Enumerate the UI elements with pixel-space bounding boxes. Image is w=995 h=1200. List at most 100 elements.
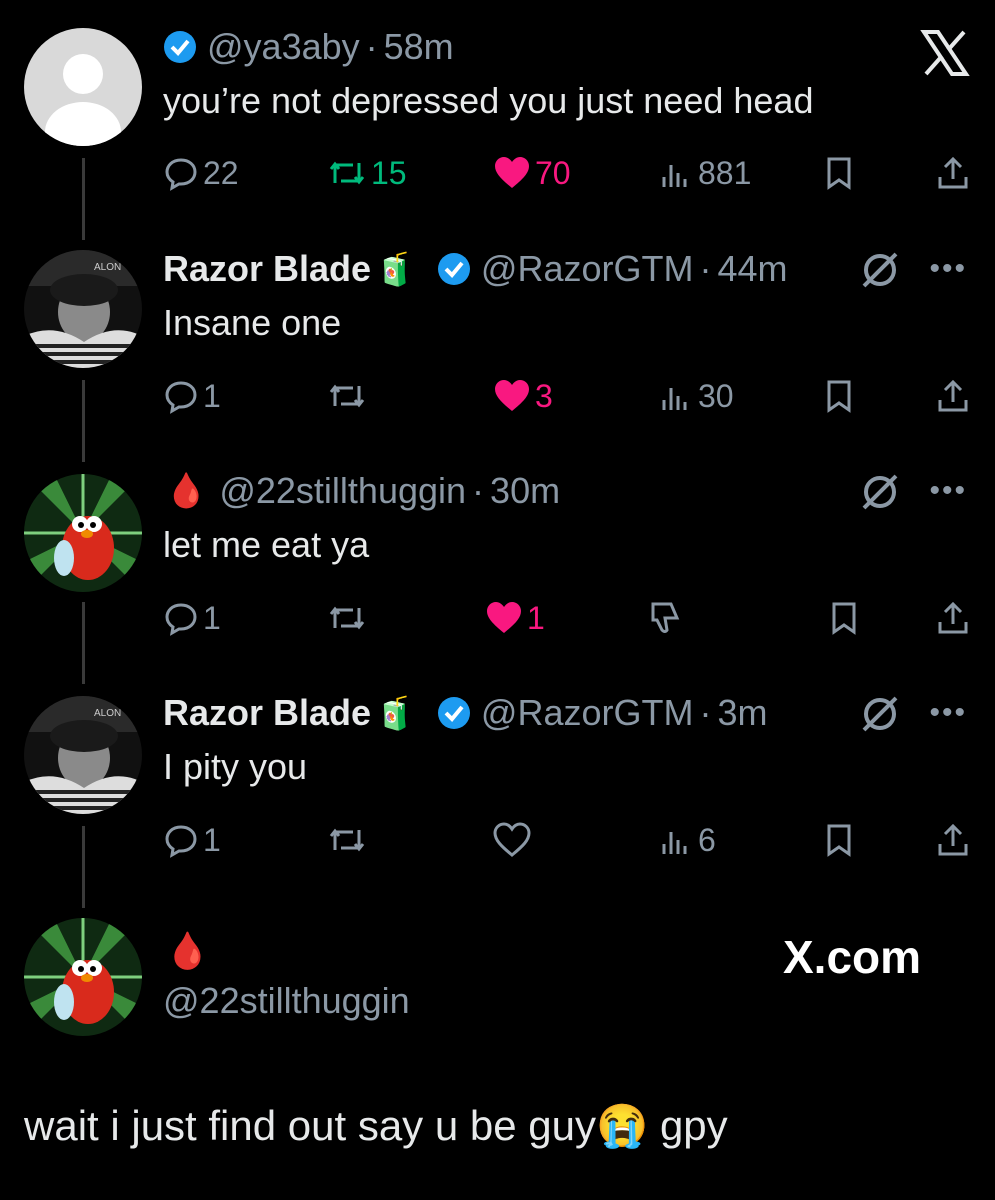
post-header: 🩸 @22stillthuggin · 30m xyxy=(163,469,560,513)
post-text: I pity you xyxy=(163,746,308,787)
views-button[interactable]: 30 xyxy=(658,376,734,416)
action-bar: 1 1 xyxy=(163,598,973,638)
post-text: you’re not depressed you just need head xyxy=(163,80,814,121)
share-icon xyxy=(938,156,968,189)
reply-button[interactable]: 22 xyxy=(163,153,239,193)
views-button[interactable]: 6 xyxy=(658,820,716,860)
reply-count: 1 xyxy=(203,377,221,414)
views-icon xyxy=(662,388,687,410)
bookmark-button[interactable] xyxy=(823,376,859,416)
post-header: Razor Blade 🧃 @RazorGTM · 3m xyxy=(163,691,767,735)
display-name[interactable]: Razor Blade xyxy=(163,692,371,734)
dislike-button[interactable] xyxy=(647,598,687,638)
more-options-icon[interactable]: ••• xyxy=(929,474,967,508)
share-icon xyxy=(938,601,968,634)
separator-dot: · xyxy=(472,470,485,511)
post-time[interactable]: 58m xyxy=(384,26,454,68)
share-button[interactable] xyxy=(935,820,975,860)
bookmark-icon xyxy=(832,602,856,635)
repost-button[interactable] xyxy=(327,598,371,638)
reply-icon xyxy=(165,603,197,636)
bookmark-button[interactable] xyxy=(823,820,859,860)
blood-drop-emoji: 🩸 xyxy=(165,472,208,510)
heart-filled-icon xyxy=(495,380,529,411)
post-time[interactable]: 44m xyxy=(717,248,787,290)
post-header: Razor Blade 🧃 @RazorGTM · 44m xyxy=(163,247,788,291)
reply-icon xyxy=(165,381,197,414)
bookmark-button[interactable] xyxy=(828,598,864,638)
like-count: 70 xyxy=(535,154,571,191)
thread-line xyxy=(82,826,85,908)
action-bar: 1 6 xyxy=(163,820,973,860)
grok-icon[interactable] xyxy=(860,694,900,739)
views-button[interactable]: 881 xyxy=(658,153,751,193)
repost-button[interactable] xyxy=(327,820,371,860)
avatar[interactable] xyxy=(24,474,142,592)
views-icon xyxy=(662,165,687,187)
post-time[interactable]: 30m xyxy=(490,470,560,512)
post-header: @ya3aby · 58m xyxy=(163,25,454,69)
view-count: 881 xyxy=(698,154,752,191)
share-icon xyxy=(938,379,968,412)
post-handle[interactable]: @22stillthuggin xyxy=(219,470,466,512)
more-options-icon[interactable]: ••• xyxy=(929,252,967,286)
bookmark-icon xyxy=(827,157,851,190)
share-button[interactable] xyxy=(935,598,975,638)
separator-dot: · xyxy=(699,248,712,289)
like-button[interactable]: 70 xyxy=(493,153,571,193)
post-time[interactable]: 3m xyxy=(717,692,767,734)
x-com-watermark: X.com xyxy=(783,931,922,983)
reply-button[interactable]: 1 xyxy=(163,376,221,416)
verified-badge-icon xyxy=(437,696,471,730)
reply-count: 1 xyxy=(203,599,221,636)
thumbs-down-icon xyxy=(651,602,680,633)
like-count: 1 xyxy=(527,599,545,636)
avatar[interactable] xyxy=(24,28,142,146)
post-caption: wait i just find out say u be guy😭 gpy xyxy=(24,1102,728,1149)
avatar[interactable]: ALON xyxy=(24,250,142,368)
reply-button[interactable]: 1 xyxy=(163,598,221,638)
repost-count: 15 xyxy=(371,154,407,191)
repost-button[interactable]: 15 xyxy=(327,153,407,193)
grok-icon[interactable] xyxy=(860,250,900,295)
post-handle[interactable]: @RazorGTM xyxy=(481,692,694,734)
repost-button[interactable] xyxy=(327,376,371,416)
juice-box-emoji: 🧃 xyxy=(375,251,415,287)
juice-box-emoji: 🧃 xyxy=(375,695,415,731)
more-options-icon[interactable]: ••• xyxy=(929,696,967,730)
share-icon xyxy=(938,823,968,856)
reply-count: 1 xyxy=(203,821,221,858)
like-button[interactable] xyxy=(493,820,535,860)
repost-icon xyxy=(329,606,365,630)
display-name[interactable]: Razor Blade xyxy=(163,248,371,290)
thread-line xyxy=(82,602,85,684)
avatar[interactable]: ALON xyxy=(24,696,142,814)
verified-badge-icon xyxy=(437,252,471,286)
heart-filled-icon xyxy=(495,157,529,188)
post-text: Insane one xyxy=(163,302,342,343)
svg-text:ALON: ALON xyxy=(94,708,121,719)
reply-button[interactable]: 1 xyxy=(163,820,221,860)
separator-dot: · xyxy=(699,692,712,733)
grok-icon[interactable] xyxy=(860,472,900,517)
heart-filled-icon xyxy=(487,602,521,633)
post-text: let me eat ya xyxy=(163,524,370,565)
share-button[interactable] xyxy=(935,153,975,193)
post-handle[interactable]: @22stillthuggin xyxy=(163,980,410,1022)
x-logo-icon[interactable] xyxy=(920,28,970,78)
like-button[interactable]: 1 xyxy=(485,598,545,638)
bookmark-icon xyxy=(827,380,851,413)
svg-text:ALON: ALON xyxy=(94,262,121,273)
thread-line xyxy=(82,158,85,240)
avatar[interactable] xyxy=(24,918,142,1036)
like-count: 3 xyxy=(535,377,553,414)
share-button[interactable] xyxy=(935,376,975,416)
reply-icon xyxy=(165,158,197,191)
post-handle[interactable]: @ya3aby xyxy=(207,26,360,68)
post-handle[interactable]: @RazorGTM xyxy=(481,248,694,290)
view-count: 30 xyxy=(698,377,734,414)
bookmark-button[interactable] xyxy=(823,153,859,193)
thread-line xyxy=(82,380,85,462)
like-button[interactable]: 3 xyxy=(493,376,553,416)
repost-icon xyxy=(329,828,365,852)
